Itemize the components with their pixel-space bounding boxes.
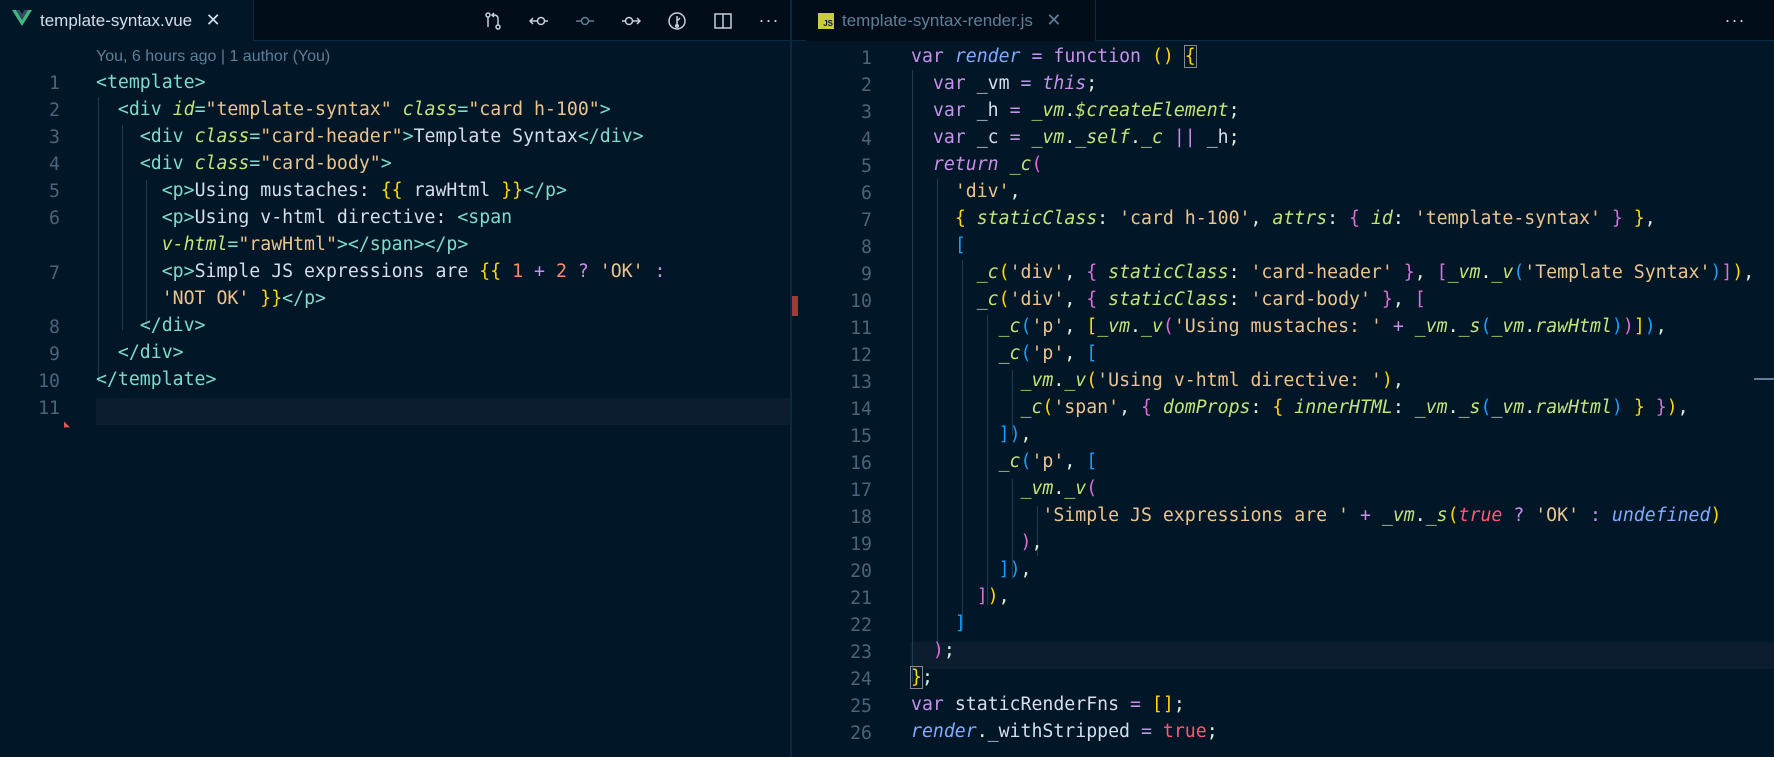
code-line: _vm._v('Using v-html directive: '), [1020, 370, 1404, 391]
line-number: 2 [49, 100, 60, 121]
line-number: 20 [850, 561, 872, 582]
code-line: <div id="template-syntax" class="card h-… [117, 99, 611, 120]
code-line: 'NOT OK' }}</p> [161, 288, 326, 309]
code-line: { staticClass: 'card h-100', attrs: { id… [954, 208, 1656, 229]
line-number: 17 [850, 480, 872, 501]
line-number: 12 [850, 345, 872, 366]
code-line: var _c = _vm._self._c || _h; [932, 127, 1240, 148]
code-line: ]), [976, 586, 1010, 607]
code-line: ); [932, 640, 955, 661]
code-line: return _c( [932, 154, 1043, 175]
line-number: 6 [49, 208, 60, 229]
line-number: 3 [49, 127, 60, 148]
line-number: 18 [850, 507, 872, 528]
code-line: _c('p', [ [998, 451, 1098, 472]
code-line: _c('div', { staticClass: 'card-header' }… [976, 262, 1755, 283]
code-line: v-html="rawHtml"></span></p> [161, 234, 469, 255]
code-line: <p>Using v-html directive: <span [161, 207, 513, 228]
code-line: [ [954, 235, 966, 256]
code-line: <p>Using mustaches: {{ rawHtml }}</p> [161, 180, 567, 201]
code-line: <p>Simple JS expressions are {{ 1 + 2 ? … [161, 261, 666, 282]
left-editor-pane: template-syntax.vue ✕ ··· You, 6 hours a… [0, 0, 790, 757]
code-line: </template> [96, 369, 217, 390]
line-number: 5 [861, 156, 872, 177]
right-editor-pane: JS template-syntax-render.js ✕ ··· 1 2 3… [792, 0, 1774, 757]
code-line: var render = function () { [911, 45, 1197, 68]
git-deleted-indicator: ◣ [64, 419, 71, 430]
code-line: 'Simple JS expressions are ' + _vm._s(tr… [1042, 505, 1722, 526]
code-line: _c('p', [_vm._v('Using mustaches: ' + _v… [998, 316, 1667, 337]
line-number: 15 [850, 426, 872, 447]
line-number: 8 [49, 317, 60, 338]
code-line: </div> [139, 315, 206, 336]
code-line: _c('p', [ [998, 343, 1098, 364]
code-line: _vm._v( [1020, 478, 1098, 499]
code-line: var staticRenderFns = []; [911, 694, 1185, 715]
right-code-editor[interactable]: 1 2 3 4 5 6 7 8 9 10 11 12 13 14 15 16 1… [792, 0, 1774, 757]
code-line: _c('span', { domProps: { innerHTML: _vm.… [1020, 397, 1689, 418]
line-number: 4 [49, 154, 60, 175]
code-line: <div class="card-header">Template Syntax… [139, 126, 644, 147]
code-line: ), [1020, 532, 1043, 553]
code-line: 'div', [954, 181, 1021, 202]
code-line: }; [910, 666, 933, 689]
code-line: render._withStripped = true; [911, 721, 1218, 742]
current-line-highlight [96, 398, 790, 425]
line-number: 8 [861, 237, 872, 258]
code-line: ]), [998, 424, 1032, 445]
line-number: 9 [861, 264, 872, 285]
code-line: var _h = _vm.$createElement; [932, 100, 1240, 121]
git-change-indicator [792, 296, 798, 316]
left-code-editor[interactable]: ◣ 1 2 3 4 5 6 7 8 9 10 11 <template> <di… [0, 0, 790, 757]
code-line: _c('div', { staticClass: 'card-body' }, … [976, 289, 1426, 310]
line-number: 3 [861, 102, 872, 123]
line-number: 4 [861, 129, 872, 150]
line-number: 22 [850, 615, 872, 636]
line-number: 10 [38, 371, 60, 392]
line-number: 6 [861, 183, 872, 204]
line-number: 26 [850, 723, 872, 744]
line-number: 25 [850, 696, 872, 717]
line-number: 2 [861, 75, 872, 96]
line-number: 13 [850, 372, 872, 393]
line-number: 14 [850, 399, 872, 420]
code-line: ] [954, 613, 966, 634]
line-number: 11 [850, 318, 872, 339]
overview-ruler-mark [1754, 378, 1774, 380]
code-line: var _vm = this; [932, 73, 1098, 94]
line-number: 24 [850, 669, 872, 690]
code-line: ]), [998, 559, 1032, 580]
code-line: </div> [117, 342, 184, 363]
line-number: 23 [850, 642, 872, 663]
line-number: 21 [850, 588, 872, 609]
line-number: 11 [38, 398, 60, 419]
line-number: 5 [49, 181, 60, 202]
line-number: 9 [49, 344, 60, 365]
code-line: <div class="card-body"> [139, 153, 392, 174]
line-number: 10 [850, 291, 872, 312]
code-line: <template> [96, 72, 206, 93]
line-number: 1 [861, 48, 872, 69]
line-number: 16 [850, 453, 872, 474]
line-number: 7 [861, 210, 872, 231]
line-number: 19 [850, 534, 872, 555]
current-line-highlight [910, 642, 1774, 669]
line-number: 7 [49, 263, 60, 284]
line-number: 1 [49, 73, 60, 94]
